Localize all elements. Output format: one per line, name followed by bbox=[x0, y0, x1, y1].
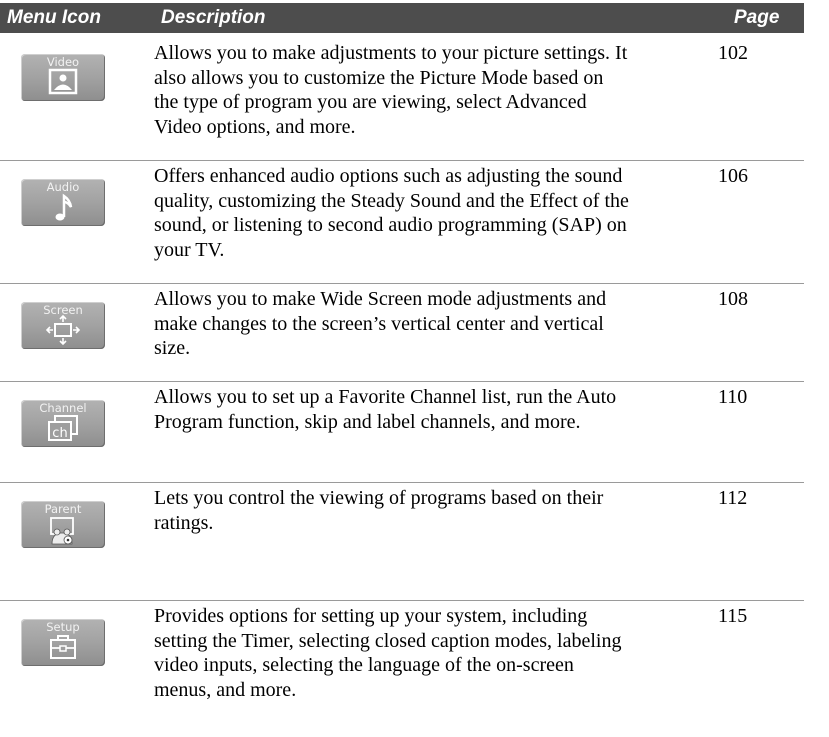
row-divider bbox=[0, 283, 804, 284]
row-page: 110 bbox=[718, 386, 748, 408]
row-description: Allows you to make adjustments to your p… bbox=[154, 42, 628, 138]
parent-menu-button: Parent bbox=[21, 501, 105, 548]
video-menu-button: Video bbox=[21, 54, 105, 101]
row-page: 102 bbox=[718, 42, 748, 64]
header-page: Page bbox=[734, 7, 780, 28]
row-description: Offers enhanced audio options such as ad… bbox=[154, 165, 629, 261]
row-description: Allows you to set up a Favorite Channel … bbox=[154, 386, 617, 433]
video-picture-icon bbox=[48, 68, 78, 95]
svg-text:ch: ch bbox=[52, 426, 67, 441]
row-page: 115 bbox=[718, 605, 748, 627]
row-description: Lets you control the viewing of programs… bbox=[154, 487, 604, 534]
channel-menu-button: Channel ch bbox=[21, 400, 105, 447]
music-note-icon bbox=[55, 193, 73, 221]
screen-resize-icon bbox=[45, 315, 81, 346]
row-page: 108 bbox=[718, 288, 748, 310]
header-menu-icon: Menu Icon bbox=[7, 7, 101, 28]
row-page: 106 bbox=[718, 165, 748, 187]
row-divider bbox=[0, 482, 804, 483]
row-divider bbox=[0, 160, 804, 161]
row-description: Provides options for setting up your sys… bbox=[154, 605, 622, 701]
header-description: Description bbox=[161, 7, 266, 28]
audio-menu-button: Audio bbox=[21, 179, 105, 226]
table-header: Menu Icon Description Page bbox=[0, 3, 804, 33]
screen-menu-button: Screen bbox=[21, 302, 105, 349]
channel-ch-icon: ch bbox=[48, 415, 78, 441]
row-divider bbox=[0, 381, 804, 382]
row-description: Allows you to make Wide Screen mode adju… bbox=[154, 288, 607, 359]
setup-toolbox-icon bbox=[50, 635, 76, 659]
setup-menu-button: Setup bbox=[21, 619, 105, 666]
row-divider bbox=[0, 600, 804, 601]
parent-bear-icon bbox=[50, 517, 74, 545]
row-page: 112 bbox=[718, 487, 748, 509]
